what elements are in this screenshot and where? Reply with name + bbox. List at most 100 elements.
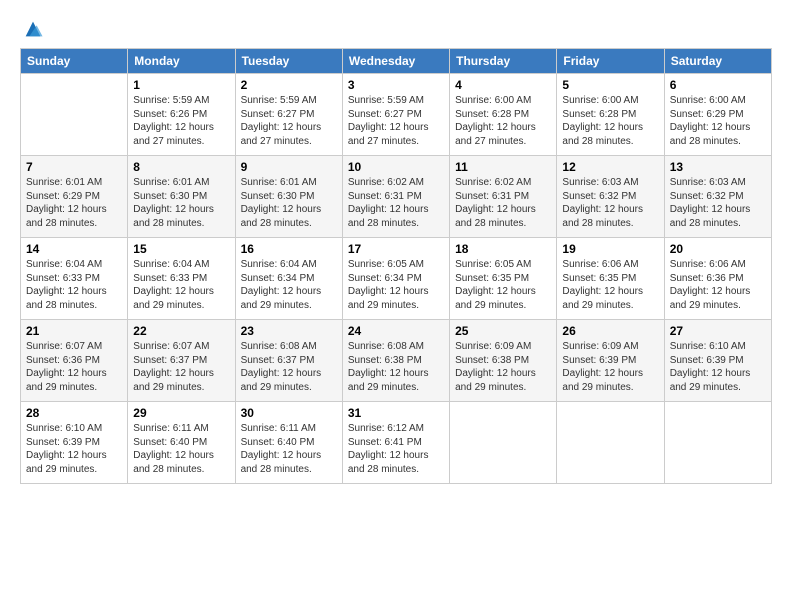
logo-icon [22, 18, 44, 40]
day-info: Sunrise: 6:09 AM Sunset: 6:38 PM Dayligh… [455, 340, 551, 394]
day-number: 1 [133, 78, 229, 92]
day-info: Sunrise: 6:11 AM Sunset: 6:40 PM Dayligh… [133, 422, 229, 476]
day-info: Sunrise: 6:02 AM Sunset: 6:31 PM Dayligh… [348, 176, 444, 230]
calendar-cell: 26 Sunrise: 6:09 AM Sunset: 6:39 PM Dayli… [557, 320, 664, 402]
day-number: 21 [26, 324, 122, 338]
day-info: Sunrise: 6:01 AM Sunset: 6:29 PM Dayligh… [26, 176, 122, 230]
day-info: Sunrise: 6:04 AM Sunset: 6:33 PM Dayligh… [26, 258, 122, 312]
day-number: 31 [348, 406, 444, 420]
calendar-cell: 19Sunrise: 6:06 AM Sunset: 6:35 PM Dayli… [557, 238, 664, 320]
day-info: Sunrise: 5:59 AM Sunset: 6:27 PM Dayligh… [241, 94, 337, 148]
calendar-cell: 5Sunrise: 6:00 AM Sunset: 6:28 PM Daylig… [557, 74, 664, 156]
day-number: 16 [241, 242, 337, 256]
calendar-cell: 1 Sunrise: 5:59 AM Sunset: 6:26 PM Daylig… [128, 74, 235, 156]
calendar-header-saturday: Saturday [664, 49, 771, 74]
calendar-cell: 22Sunrise: 6:07 AM Sunset: 6:37 PM Dayli… [128, 320, 235, 402]
calendar-cell: 15Sunrise: 6:04 AM Sunset: 6:33 PM Dayli… [128, 238, 235, 320]
day-number: 15 [133, 242, 229, 256]
day-info: Sunrise: 6:10 AM Sunset: 6:39 PM Dayligh… [670, 340, 766, 394]
calendar-cell: 13 Sunrise: 6:03 AM Sunset: 6:32 PM Dayli… [664, 156, 771, 238]
day-info: Sunrise: 6:10 AM Sunset: 6:39 PM Dayligh… [26, 422, 122, 476]
day-number: 24 [348, 324, 444, 338]
calendar-cell [21, 74, 128, 156]
calendar-cell: 27 Sunrise: 6:10 AM Sunset: 6:39 PM Dayli… [664, 320, 771, 402]
day-number: 5 [562, 78, 658, 92]
calendar-cell [557, 402, 664, 484]
day-info: Sunrise: 6:08 AM Sunset: 6:37 PM Dayligh… [241, 340, 337, 394]
day-info: Sunrise: 6:07 AM Sunset: 6:37 PM Dayligh… [133, 340, 229, 394]
calendar-cell: 4 Sunrise: 6:00 AM Sunset: 6:28 PM Daylig… [450, 74, 557, 156]
day-info: Sunrise: 6:06 AM Sunset: 6:35 PM Dayligh… [562, 258, 658, 312]
day-info: Sunrise: 6:09 AM Sunset: 6:39 PM Dayligh… [562, 340, 658, 394]
day-info: Sunrise: 6:00 AM Sunset: 6:29 PM Dayligh… [670, 94, 766, 148]
day-info: Sunrise: 6:02 AM Sunset: 6:31 PM Dayligh… [455, 176, 551, 230]
day-number: 4 [455, 78, 551, 92]
calendar-cell: 9 Sunrise: 6:01 AM Sunset: 6:30 PM Daylig… [235, 156, 342, 238]
calendar-week-2: 7 Sunrise: 6:01 AM Sunset: 6:29 PM Daylig… [21, 156, 772, 238]
day-info: Sunrise: 6:07 AM Sunset: 6:36 PM Dayligh… [26, 340, 122, 394]
calendar-cell: 31 Sunrise: 6:12 AM Sunset: 6:41 PM Dayli… [342, 402, 449, 484]
day-number: 29 [133, 406, 229, 420]
calendar-week-3: 14 Sunrise: 6:04 AM Sunset: 6:33 PM Dayli… [21, 238, 772, 320]
calendar-cell: 28 Sunrise: 6:10 AM Sunset: 6:39 PM Dayli… [21, 402, 128, 484]
day-info: Sunrise: 6:12 AM Sunset: 6:41 PM Dayligh… [348, 422, 444, 476]
calendar-cell: 14 Sunrise: 6:04 AM Sunset: 6:33 PM Dayli… [21, 238, 128, 320]
day-info: Sunrise: 6:03 AM Sunset: 6:32 PM Dayligh… [562, 176, 658, 230]
day-number: 25 [455, 324, 551, 338]
day-number: 27 [670, 324, 766, 338]
day-info: Sunrise: 6:06 AM Sunset: 6:36 PM Dayligh… [670, 258, 766, 312]
day-number: 28 [26, 406, 122, 420]
day-number: 30 [241, 406, 337, 420]
calendar-cell: 12 Sunrise: 6:03 AM Sunset: 6:32 PM Dayli… [557, 156, 664, 238]
calendar-cell: 3Sunrise: 5:59 AM Sunset: 6:27 PM Daylig… [342, 74, 449, 156]
logo [20, 18, 44, 40]
day-number: 11 [455, 160, 551, 174]
day-number: 23 [241, 324, 337, 338]
calendar-week-1: 1 Sunrise: 5:59 AM Sunset: 6:26 PM Daylig… [21, 74, 772, 156]
calendar-header-sunday: Sunday [21, 49, 128, 74]
day-info: Sunrise: 6:03 AM Sunset: 6:32 PM Dayligh… [670, 176, 766, 230]
day-number: 6 [670, 78, 766, 92]
calendar-cell: 24 Sunrise: 6:08 AM Sunset: 6:38 PM Dayli… [342, 320, 449, 402]
calendar-cell: 11 Sunrise: 6:02 AM Sunset: 6:31 PM Dayli… [450, 156, 557, 238]
calendar-cell: 7 Sunrise: 6:01 AM Sunset: 6:29 PM Daylig… [21, 156, 128, 238]
day-info: Sunrise: 6:08 AM Sunset: 6:38 PM Dayligh… [348, 340, 444, 394]
calendar-header-monday: Monday [128, 49, 235, 74]
day-info: Sunrise: 6:05 AM Sunset: 6:35 PM Dayligh… [455, 258, 551, 312]
calendar-cell: 23 Sunrise: 6:08 AM Sunset: 6:37 PM Dayli… [235, 320, 342, 402]
day-number: 10 [348, 160, 444, 174]
day-number: 12 [562, 160, 658, 174]
calendar-cell: 25 Sunrise: 6:09 AM Sunset: 6:38 PM Dayli… [450, 320, 557, 402]
day-info: Sunrise: 6:01 AM Sunset: 6:30 PM Dayligh… [241, 176, 337, 230]
day-info: Sunrise: 6:04 AM Sunset: 6:34 PM Dayligh… [241, 258, 337, 312]
day-number: 26 [562, 324, 658, 338]
header [20, 18, 772, 40]
calendar-cell: 6 Sunrise: 6:00 AM Sunset: 6:29 PM Daylig… [664, 74, 771, 156]
day-number: 13 [670, 160, 766, 174]
day-number: 9 [241, 160, 337, 174]
day-number: 2 [241, 78, 337, 92]
calendar-header-thursday: Thursday [450, 49, 557, 74]
calendar-cell: 2 Sunrise: 5:59 AM Sunset: 6:27 PM Daylig… [235, 74, 342, 156]
day-info: Sunrise: 6:01 AM Sunset: 6:30 PM Dayligh… [133, 176, 229, 230]
day-info: Sunrise: 5:59 AM Sunset: 6:26 PM Dayligh… [133, 94, 229, 148]
calendar-week-4: 21 Sunrise: 6:07 AM Sunset: 6:36 PM Dayli… [21, 320, 772, 402]
day-number: 3 [348, 78, 444, 92]
day-number: 17 [348, 242, 444, 256]
day-number: 20 [670, 242, 766, 256]
calendar-header-wednesday: Wednesday [342, 49, 449, 74]
day-info: Sunrise: 6:11 AM Sunset: 6:40 PM Dayligh… [241, 422, 337, 476]
day-number: 14 [26, 242, 122, 256]
day-number: 7 [26, 160, 122, 174]
calendar-cell: 29 Sunrise: 6:11 AM Sunset: 6:40 PM Dayli… [128, 402, 235, 484]
day-number: 8 [133, 160, 229, 174]
calendar-cell: 30 Sunrise: 6:11 AM Sunset: 6:40 PM Dayli… [235, 402, 342, 484]
day-info: Sunrise: 6:00 AM Sunset: 6:28 PM Dayligh… [455, 94, 551, 148]
calendar-cell: 18 Sunrise: 6:05 AM Sunset: 6:35 PM Dayli… [450, 238, 557, 320]
day-number: 18 [455, 242, 551, 256]
calendar-cell: 8 Sunrise: 6:01 AM Sunset: 6:30 PM Daylig… [128, 156, 235, 238]
calendar-cell [450, 402, 557, 484]
calendar-week-5: 28 Sunrise: 6:10 AM Sunset: 6:39 PM Dayli… [21, 402, 772, 484]
calendar-cell: 20 Sunrise: 6:06 AM Sunset: 6:36 PM Dayli… [664, 238, 771, 320]
calendar-header-tuesday: Tuesday [235, 49, 342, 74]
